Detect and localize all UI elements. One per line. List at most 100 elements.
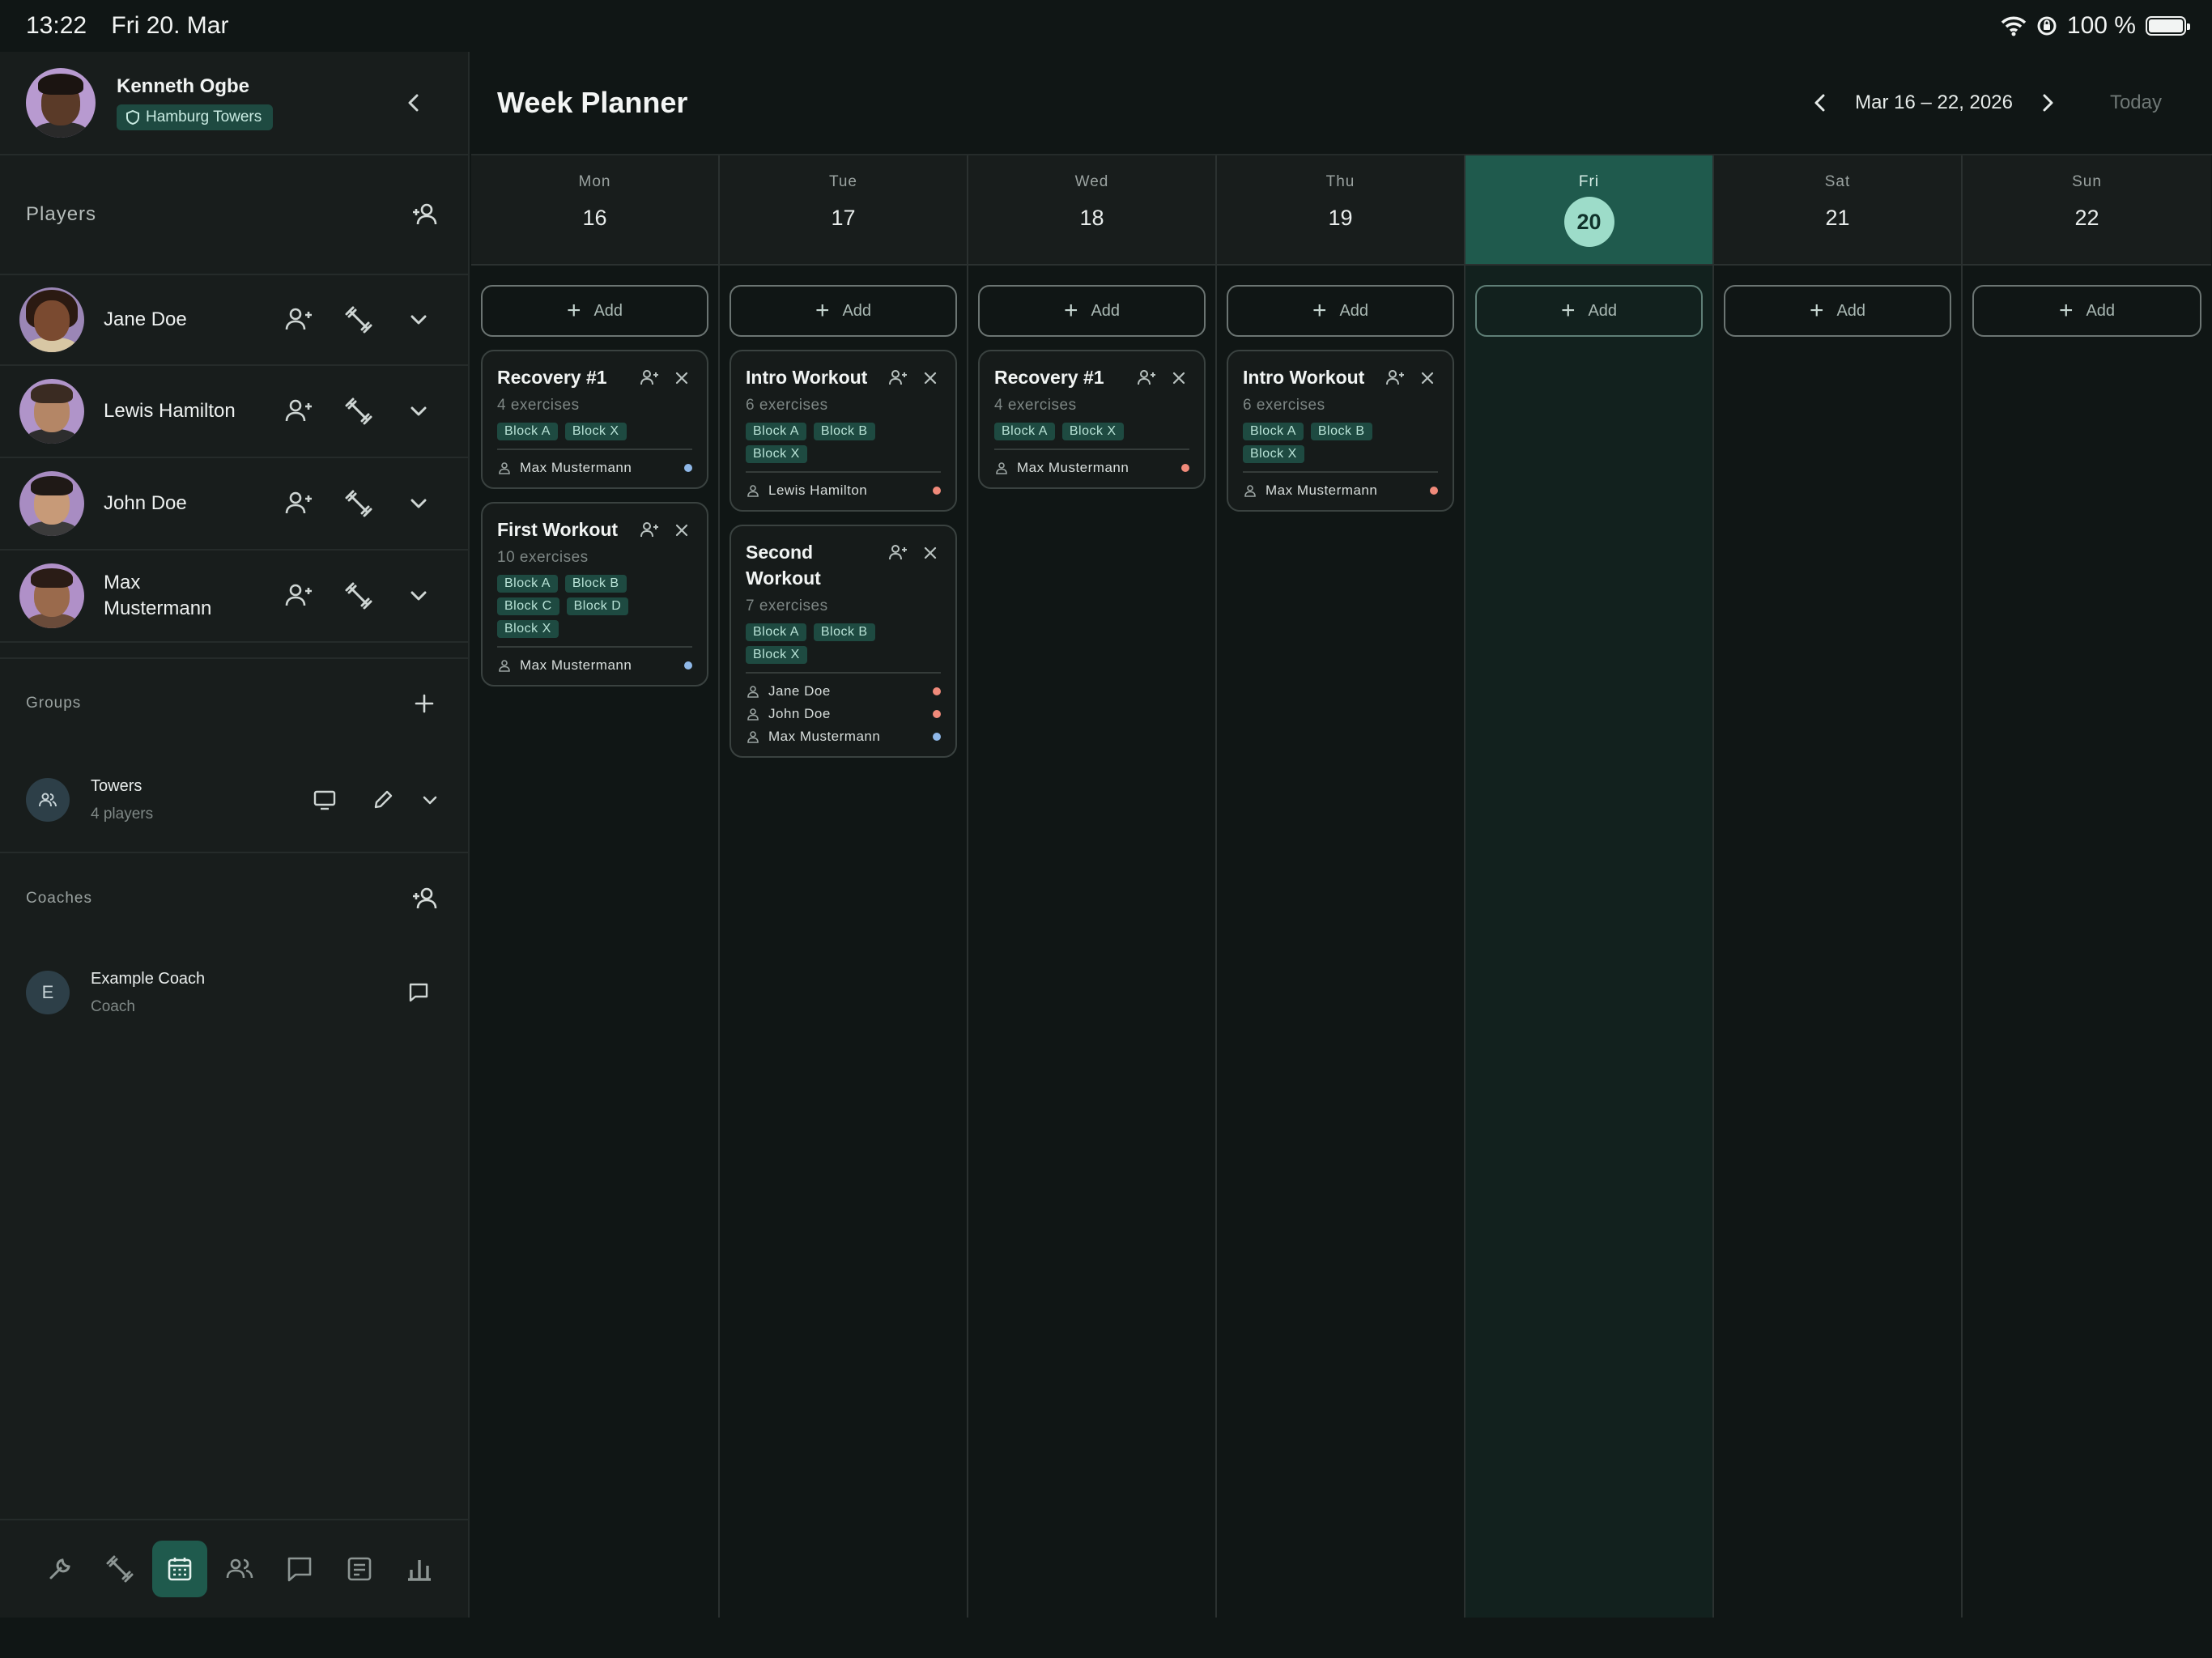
- block-tag: Block A: [497, 575, 558, 593]
- add-workout-button[interactable]: + Add: [1227, 285, 1454, 337]
- chevron-down-icon[interactable]: [418, 788, 442, 812]
- day-header[interactable]: Mon 16: [471, 155, 718, 266]
- player-row-lewis-hamilton[interactable]: Lewis Hamilton: [0, 366, 468, 458]
- close-icon[interactable]: [671, 520, 692, 541]
- avatar: [19, 471, 84, 536]
- dumbbell-icon[interactable]: [343, 304, 374, 335]
- chevron-down-icon[interactable]: [403, 396, 434, 427]
- add-workout-button[interactable]: + Add: [481, 285, 708, 337]
- day-header[interactable]: Sat 21: [1714, 155, 1961, 266]
- assignee-row: Max Mustermann: [994, 457, 1189, 479]
- day-header[interactable]: Fri 20: [1465, 155, 1712, 266]
- tab-messages[interactable]: [272, 1541, 327, 1597]
- pencil-icon[interactable]: [371, 788, 395, 812]
- profile-header: Kenneth Ogbe Hamburg Towers: [0, 52, 468, 155]
- avatar[interactable]: [26, 68, 96, 138]
- chevron-right-icon[interactable]: [2035, 91, 2060, 115]
- assign-person-icon[interactable]: [283, 580, 314, 611]
- players-section-header: Players: [0, 155, 468, 274]
- coach-initial-avatar: E: [26, 971, 70, 1014]
- groups-title: Groups: [26, 695, 82, 712]
- tab-calendar[interactable]: [152, 1541, 207, 1597]
- day-column-mon: Mon 16 + Add Recovery #1 4 exercises Bloc…: [471, 155, 720, 1618]
- workout-title: Recovery #1: [994, 367, 1104, 388]
- close-icon[interactable]: [920, 368, 941, 389]
- day-column-thu: Thu 19 + Add Intro Workout 6 exercises Bl…: [1217, 155, 1465, 1618]
- add-workout-button[interactable]: + Add: [730, 285, 957, 337]
- dumbbell-icon[interactable]: [343, 396, 374, 427]
- add-workout-button[interactable]: + Add: [1972, 285, 2201, 337]
- workout-card[interactable]: First Workout 10 exercises Block A Block…: [481, 502, 708, 687]
- day-header[interactable]: Thu 19: [1217, 155, 1464, 266]
- assign-person-icon[interactable]: [283, 304, 314, 335]
- person-icon: [1244, 485, 1256, 497]
- day-number: 22: [2074, 206, 2099, 230]
- day-header[interactable]: Sun 22: [1963, 155, 2211, 266]
- monitor-icon[interactable]: [313, 788, 337, 812]
- week-navigation: Mar 16 – 22, 2026: [1808, 91, 2060, 115]
- day-header[interactable]: Wed 18: [968, 155, 1215, 266]
- close-icon[interactable]: [671, 368, 692, 389]
- workout-card[interactable]: Recovery #1 4 exercises Block A Block X …: [481, 350, 708, 489]
- assign-person-icon[interactable]: [639, 520, 660, 541]
- add-coach-button[interactable]: [406, 881, 442, 916]
- assign-person-icon[interactable]: [283, 396, 314, 427]
- week-range[interactable]: Mar 16 – 22, 2026: [1855, 91, 2013, 114]
- workout-card[interactable]: Second Workout 7 exercises Block A Block…: [730, 525, 957, 758]
- day-of-week: Thu: [1325, 173, 1355, 190]
- close-icon[interactable]: [1168, 368, 1189, 389]
- add-group-button[interactable]: [406, 686, 442, 721]
- status-dot: [1181, 464, 1189, 472]
- add-workout-button[interactable]: + Add: [978, 285, 1206, 337]
- assignee-row: Lewis Hamilton: [746, 479, 941, 502]
- group-count: 4 players: [91, 805, 154, 823]
- assignee-row: Max Mustermann: [1243, 479, 1438, 502]
- block-tag: Block X: [1243, 445, 1304, 463]
- add-label: Add: [842, 301, 872, 320]
- assign-person-icon[interactable]: [1136, 368, 1157, 389]
- workout-card[interactable]: Recovery #1 4 exercises Block A Block X …: [978, 350, 1206, 489]
- block-tag: Block X: [564, 423, 627, 440]
- coach-row[interactable]: E Example Coach Coach: [0, 944, 468, 1041]
- workout-card[interactable]: Intro Workout 6 exercises Block A Block …: [1227, 350, 1454, 512]
- block-tag: Block D: [566, 597, 629, 615]
- assignee-name: Max Mustermann: [1266, 483, 1378, 498]
- assignee-row: Max Mustermann: [497, 654, 692, 677]
- close-icon[interactable]: [1417, 368, 1438, 389]
- chevron-down-icon[interactable]: [403, 488, 434, 519]
- tab-statistics[interactable]: [392, 1541, 447, 1597]
- today-button[interactable]: Today: [2110, 91, 2162, 114]
- collapse-sidebar-button[interactable]: [400, 89, 428, 117]
- chevron-down-icon[interactable]: [403, 580, 434, 611]
- assign-person-icon[interactable]: [887, 368, 908, 389]
- assign-person-icon[interactable]: [887, 542, 908, 563]
- assignee-row: Max Mustermann: [746, 725, 941, 748]
- status-dot: [933, 710, 941, 718]
- player-row-john-doe[interactable]: John Doe: [0, 458, 468, 551]
- assign-person-icon[interactable]: [283, 488, 314, 519]
- team-badge[interactable]: Hamburg Towers: [117, 104, 274, 130]
- workout-card[interactable]: Intro Workout 6 exercises Block A Block …: [730, 350, 957, 512]
- tab-tools[interactable]: [32, 1541, 87, 1597]
- group-row-towers[interactable]: Towers 4 players: [0, 748, 468, 853]
- tab-exercises[interactable]: [92, 1541, 147, 1597]
- close-icon[interactable]: [920, 542, 941, 563]
- dumbbell-icon[interactable]: [343, 488, 374, 519]
- player-row-jane-doe[interactable]: Jane Doe: [0, 274, 468, 366]
- exercise-count: 4 exercises: [497, 397, 580, 414]
- person-icon: [499, 660, 510, 672]
- day-header[interactable]: Tue 17: [720, 155, 967, 266]
- assign-person-icon[interactable]: [639, 368, 660, 389]
- block-tag: Block X: [497, 620, 559, 638]
- tab-players[interactable]: [212, 1541, 267, 1597]
- player-row-max-mustermann[interactable]: Max Mustermann: [0, 551, 468, 643]
- assign-person-icon[interactable]: [1385, 368, 1406, 389]
- dumbbell-icon[interactable]: [343, 580, 374, 611]
- chevron-left-icon[interactable]: [1808, 91, 1832, 115]
- chat-icon[interactable]: [406, 980, 431, 1005]
- chevron-down-icon[interactable]: [403, 304, 434, 335]
- add-workout-button[interactable]: + Add: [1475, 285, 1703, 337]
- add-workout-button[interactable]: + Add: [1724, 285, 1951, 337]
- tab-notes[interactable]: [332, 1541, 387, 1597]
- add-player-button[interactable]: [406, 197, 442, 232]
